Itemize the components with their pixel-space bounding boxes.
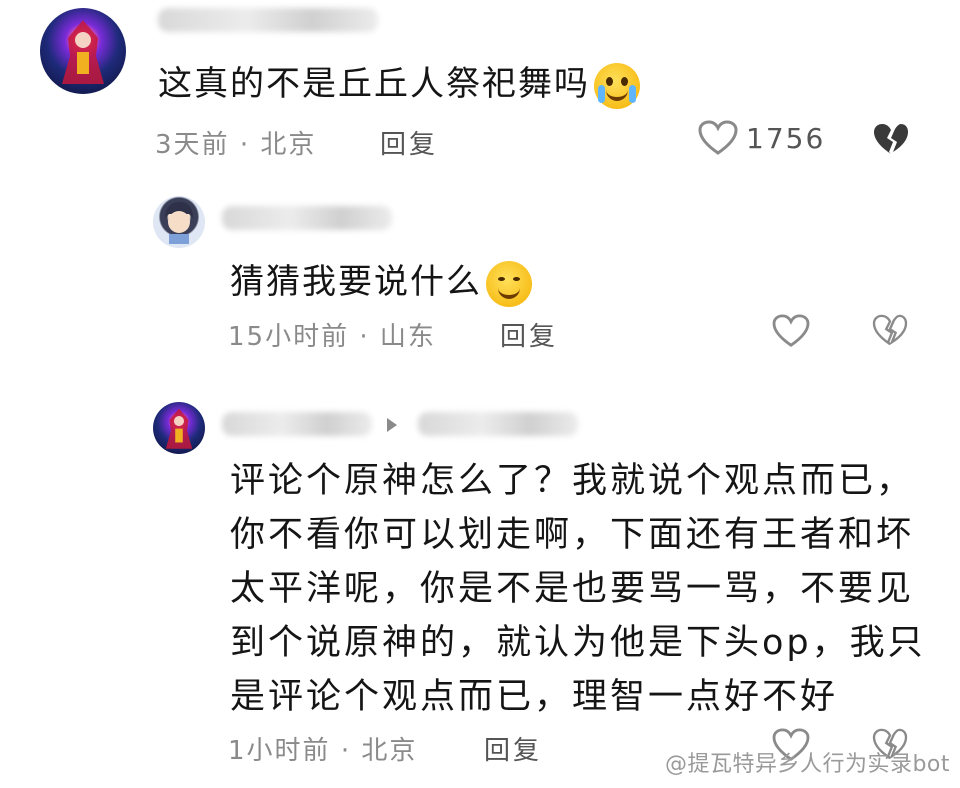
comment-meta: 1小时前 · 北京 xyxy=(228,736,418,766)
avatar[interactable] xyxy=(153,196,205,248)
comment-line: 你不看你可以划走啊，下面还有王者和坏 xyxy=(230,515,915,555)
comment-line: 是评论个观点而已，理智一点好不好 xyxy=(230,677,839,717)
dislike-broken-heart-icon[interactable] xyxy=(872,314,908,346)
hug-emoji-icon xyxy=(486,260,532,307)
comment-text: 猜猜我要说什么 xyxy=(230,254,532,307)
comment-line: 到个说原神的，就认为他是下头op，我只 xyxy=(230,623,926,663)
reply-button[interactable]: 回复 xyxy=(484,730,542,767)
avatar-boy-icon xyxy=(165,202,193,244)
avatar[interactable] xyxy=(153,402,205,454)
watermark: @提瓦特异乡人行为实录bot xyxy=(664,752,950,777)
avatar-figure-icon xyxy=(165,408,193,449)
comment-text: 这真的不是丘丘人祭祀舞吗 xyxy=(158,56,640,109)
reply-button[interactable]: 回复 xyxy=(500,316,558,353)
username-blurred xyxy=(222,206,392,230)
comment-meta: 15小时前 · 山东 xyxy=(228,322,436,352)
crying-laughing-emoji-icon xyxy=(594,62,640,109)
username-blurred xyxy=(158,8,378,32)
avatar[interactable] xyxy=(40,8,126,94)
like-heart-icon[interactable] xyxy=(772,314,810,348)
comment-line: 太平洋呢，你是不是也要骂一骂，不要见 xyxy=(230,569,915,609)
comment-meta: 3天前 · 北京 xyxy=(155,130,317,160)
comment-line: 评论个原神怎么了？我就说个观点而已， xyxy=(230,461,915,501)
reply-arrow-icon xyxy=(387,418,397,432)
comment-text: 评论个原神怎么了？我就说个观点而已， 你不看你可以划走啊，下面还有王者和坏 太平… xyxy=(230,454,930,724)
like-count: 1756 xyxy=(746,122,826,155)
dislike-broken-heart-icon[interactable] xyxy=(872,122,910,156)
reply-target-blurred xyxy=(418,412,578,436)
like-heart-icon[interactable] xyxy=(698,120,738,156)
reply-button[interactable]: 回复 xyxy=(380,124,438,161)
username-blurred xyxy=(222,412,372,436)
avatar-figure-icon xyxy=(62,20,104,84)
